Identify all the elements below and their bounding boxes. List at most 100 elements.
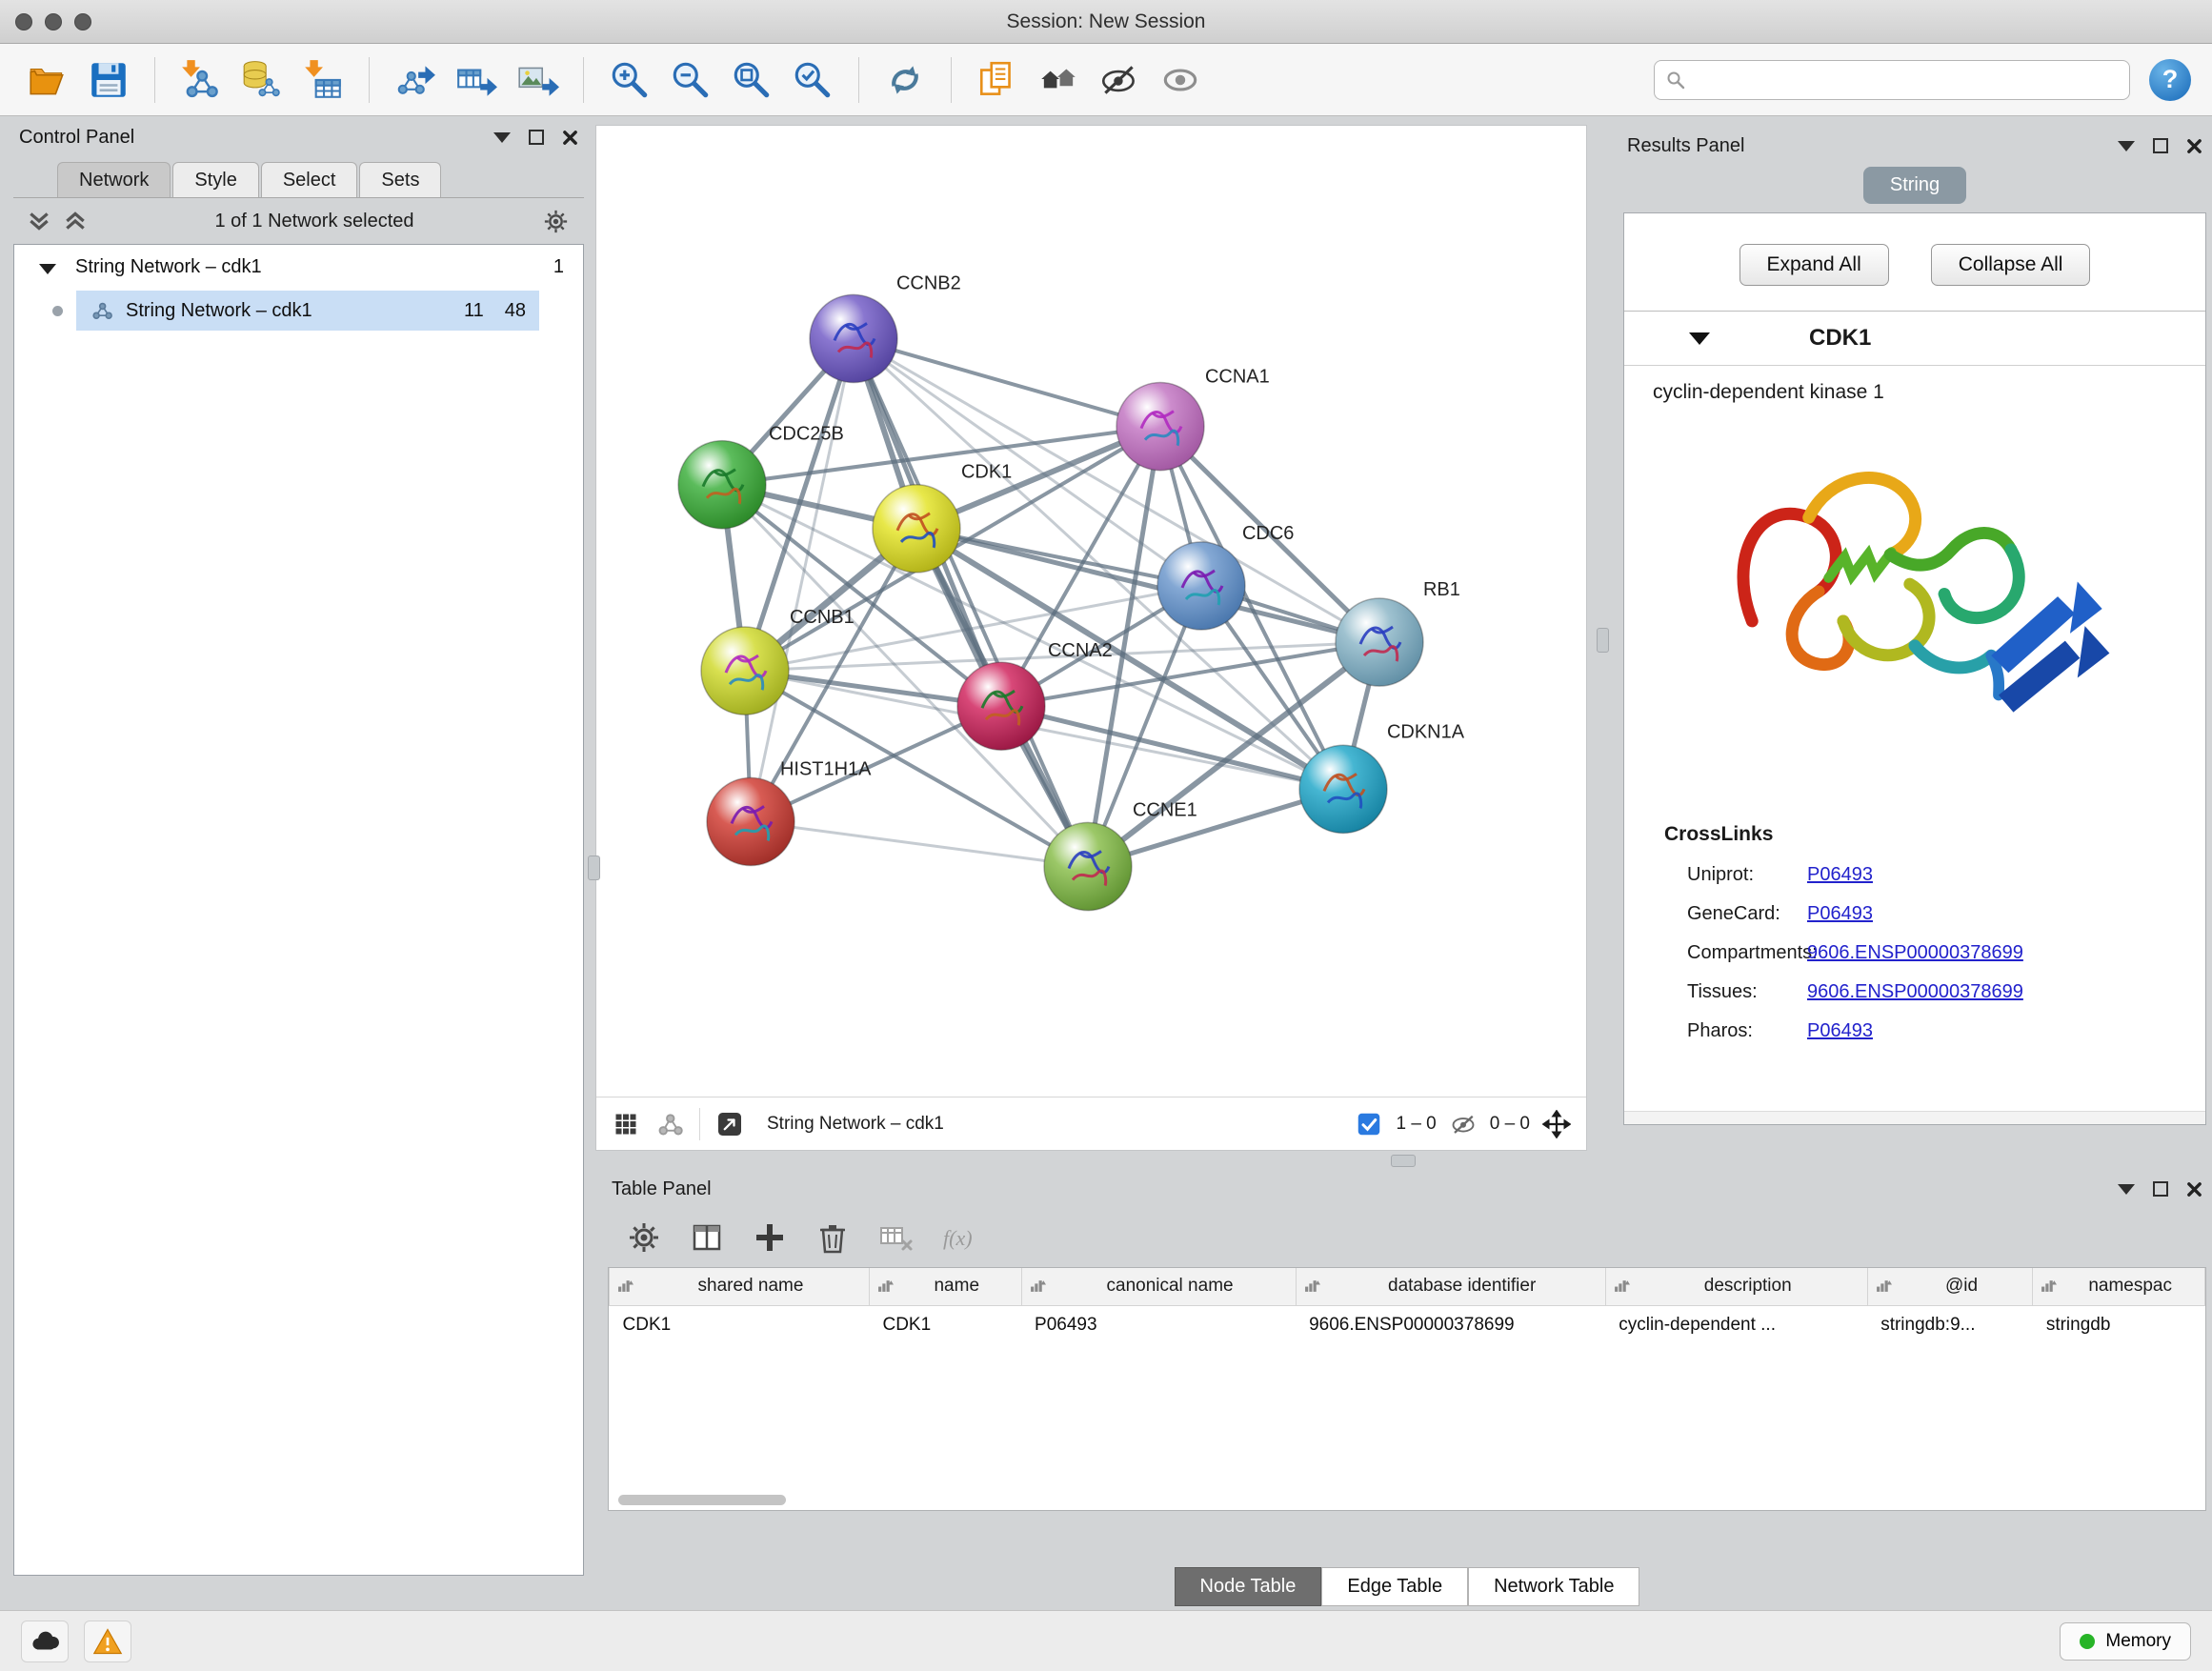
- tab-style[interactable]: Style: [172, 162, 258, 197]
- column-header-description[interactable]: description: [1605, 1268, 1867, 1305]
- crosslink-link[interactable]: P06493: [1807, 1020, 1873, 1042]
- maximize-panel-icon[interactable]: [2153, 138, 2168, 153]
- table-cell[interactable]: CDK1: [869, 1305, 1021, 1345]
- table-row[interactable]: CDK1CDK1P064939606.ENSP00000378699cyclin…: [610, 1305, 2205, 1345]
- table-horizontal-scrollbar[interactable]: [618, 1495, 786, 1505]
- delete-columns-button[interactable]: [814, 1218, 852, 1257]
- import-table-from-file-button[interactable]: [296, 52, 350, 108]
- table-cell[interactable]: stringdb:9...: [1867, 1305, 2033, 1345]
- network-node-CDKN1A[interactable]: [1299, 745, 1387, 833]
- network-edge-HIST1H1A-CCNE1[interactable]: [751, 821, 1088, 866]
- tab-select[interactable]: Select: [261, 162, 358, 197]
- cloud-status-button[interactable]: [21, 1621, 69, 1662]
- tab-network[interactable]: Network: [57, 162, 171, 197]
- panel-splitter-handle[interactable]: [588, 856, 600, 880]
- zoom-fit-button[interactable]: [725, 52, 778, 108]
- clear-table-button[interactable]: [876, 1218, 915, 1257]
- import-network-from-database-button[interactable]: [235, 52, 289, 108]
- search-input[interactable]: [1694, 70, 2118, 91]
- collapse-all-networks-button[interactable]: [27, 211, 51, 232]
- network-node-CCNB1[interactable]: [701, 627, 789, 715]
- maximize-panel-icon[interactable]: [2153, 1181, 2168, 1197]
- table-cell[interactable]: cyclin-dependent ...: [1605, 1305, 1867, 1345]
- network-view-mode-button[interactable]: [655, 1110, 684, 1138]
- warnings-button[interactable]: [84, 1621, 131, 1662]
- memory-button[interactable]: Memory: [2060, 1622, 2191, 1661]
- open-session-button[interactable]: [21, 52, 74, 108]
- column-header-shared-name[interactable]: shared name: [610, 1268, 870, 1305]
- grid-view-button[interactable]: [612, 1110, 640, 1138]
- network-node-CCNE1[interactable]: [1044, 822, 1132, 910]
- tab-sets[interactable]: Sets: [359, 162, 441, 197]
- network-collection-row[interactable]: String Network – cdk1 1: [14, 245, 583, 289]
- export-image-button[interactable]: [511, 52, 564, 108]
- export-view-button[interactable]: [715, 1110, 744, 1138]
- import-network-from-file-button[interactable]: [174, 52, 228, 108]
- help-button[interactable]: ?: [2149, 59, 2191, 101]
- selected-network-highlight[interactable]: String Network – cdk1 11 48: [76, 291, 539, 331]
- network-options-button[interactable]: [541, 207, 571, 236]
- panel-splitter-handle[interactable]: [1597, 628, 1609, 653]
- float-panel-icon[interactable]: [493, 132, 511, 143]
- network-node-CDC6[interactable]: [1157, 542, 1245, 630]
- maximize-panel-icon[interactable]: [529, 130, 544, 145]
- save-session-button[interactable]: [82, 52, 135, 108]
- results-scrollbar[interactable]: [1624, 1111, 2205, 1124]
- birds-eye-view-button[interactable]: [1032, 52, 1085, 108]
- network-edge-CCNB2-CCNE1[interactable]: [854, 338, 1088, 866]
- collapse-all-button[interactable]: Collapse All: [1931, 244, 2091, 286]
- export-table-button[interactable]: [450, 52, 503, 108]
- table-cell[interactable]: stringdb: [2033, 1305, 2205, 1345]
- column-header--id[interactable]: @id: [1867, 1268, 2033, 1305]
- network-node-CDK1[interactable]: [873, 485, 960, 573]
- float-panel-icon[interactable]: [2118, 1184, 2135, 1195]
- expand-all-networks-button[interactable]: [63, 211, 88, 232]
- show-columns-button[interactable]: [688, 1218, 726, 1257]
- close-panel-icon[interactable]: [562, 130, 578, 146]
- crosslink-link[interactable]: P06493: [1807, 903, 1873, 925]
- column-header-canonical-name[interactable]: canonical name: [1021, 1268, 1296, 1305]
- crosslink-link[interactable]: 9606.ENSP00000378699: [1807, 942, 2023, 964]
- float-panel-icon[interactable]: [2118, 141, 2135, 151]
- zoom-window-button[interactable]: [74, 13, 91, 30]
- duplicate-network-button[interactable]: [971, 52, 1024, 108]
- table-cell[interactable]: 9606.ENSP00000378699: [1296, 1305, 1605, 1345]
- network-node-RB1[interactable]: [1336, 598, 1423, 686]
- network-node-CCNA1[interactable]: [1116, 383, 1204, 471]
- panel-splitter-handle[interactable]: [1391, 1155, 1416, 1167]
- column-header-database-identifier[interactable]: database identifier: [1296, 1268, 1605, 1305]
- close-panel-icon[interactable]: [2186, 138, 2202, 154]
- collapse-section-icon[interactable]: [1689, 332, 1710, 345]
- close-panel-icon[interactable]: [2186, 1181, 2202, 1198]
- apply-preferred-layout-button[interactable]: [878, 52, 932, 108]
- tab-node-table[interactable]: Node Table: [1175, 1567, 1322, 1606]
- table-options-button[interactable]: [625, 1218, 663, 1257]
- export-network-button[interactable]: [389, 52, 442, 108]
- pan-mode-button[interactable]: [1542, 1110, 1571, 1138]
- hide-selected-button[interactable]: [1093, 52, 1146, 108]
- tab-network-table[interactable]: Network Table: [1468, 1567, 1639, 1606]
- network-canvas[interactable]: CCNB2CCNA1CDC25BCDK1CDC6RB1CCNB1CCNA2CDK…: [596, 126, 1586, 1097]
- network-node-HIST1H1A[interactable]: [707, 777, 794, 865]
- minimize-window-button[interactable]: [45, 13, 62, 30]
- table-cell[interactable]: P06493: [1021, 1305, 1296, 1345]
- table-cell[interactable]: CDK1: [610, 1305, 870, 1345]
- column-header-namespac[interactable]: namespac: [2033, 1268, 2205, 1305]
- crosslink-link[interactable]: P06493: [1807, 864, 1873, 886]
- crosslink-link[interactable]: 9606.ENSP00000378699: [1807, 981, 2023, 1003]
- tab-string[interactable]: String: [1863, 167, 1966, 204]
- zoom-in-button[interactable]: [603, 52, 656, 108]
- zoom-selected-button[interactable]: [786, 52, 839, 108]
- collapse-triangle-icon[interactable]: [39, 264, 56, 274]
- create-column-button[interactable]: [751, 1218, 789, 1257]
- network-node-CCNA2[interactable]: [957, 662, 1045, 750]
- protein-section-header[interactable]: CDK1: [1624, 311, 2205, 366]
- show-all-button[interactable]: [1154, 52, 1207, 108]
- tab-edge-table[interactable]: Edge Table: [1321, 1567, 1468, 1606]
- function-builder-button[interactable]: f(x): [939, 1218, 977, 1257]
- network-node-CCNB2[interactable]: [810, 294, 897, 382]
- column-header-name[interactable]: name: [869, 1268, 1021, 1305]
- network-edge-CCNB2-HIST1H1A[interactable]: [751, 338, 854, 821]
- network-node-CDC25B[interactable]: [678, 441, 766, 529]
- expand-all-button[interactable]: Expand All: [1739, 244, 1889, 286]
